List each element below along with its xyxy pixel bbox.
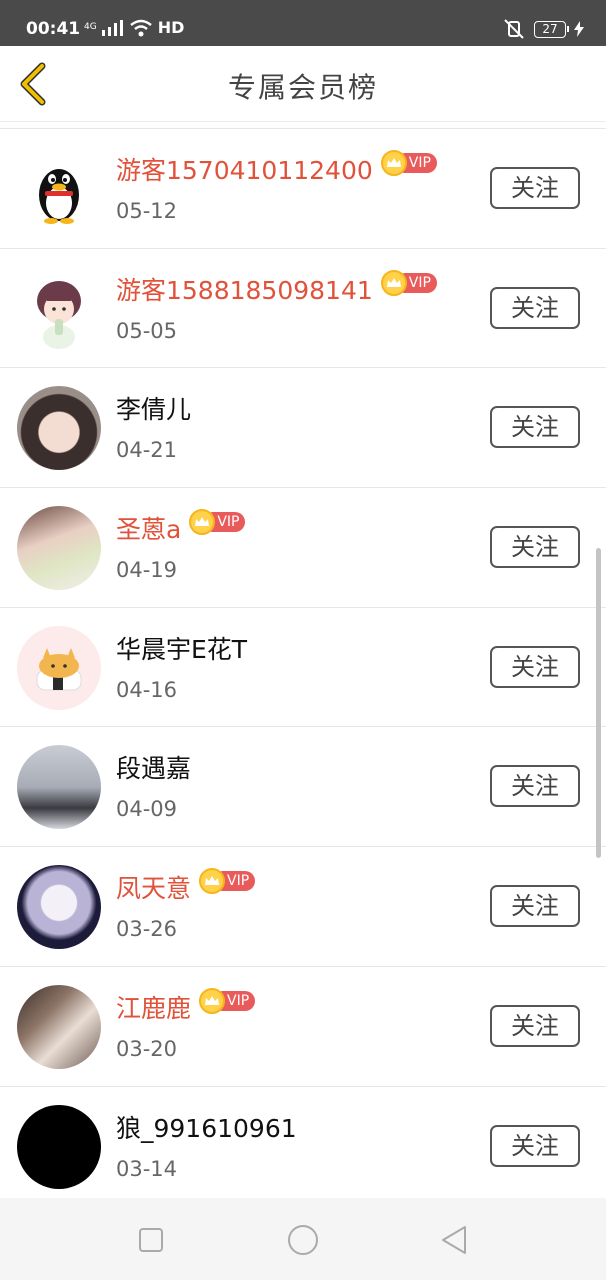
member-name: 江鹿鹿	[116, 993, 192, 1023]
member-name: 游客1588185098141	[116, 275, 373, 305]
name-line: 游客1570410112400 VIP	[116, 150, 437, 187]
member-name: 圣蒽a	[116, 515, 182, 545]
name-line: 李倩儿	[116, 390, 191, 426]
hd-indicator: HD	[157, 18, 185, 37]
recent-apps-icon[interactable]	[133, 1222, 169, 1258]
name-line: 江鹿鹿 VIP	[116, 987, 256, 1025]
member-date: 04-16	[116, 677, 178, 702]
list-item[interactable]: 李倩儿 04-21 关注	[0, 368, 606, 489]
name-line: 圣蒽a VIP	[116, 509, 246, 546]
member-date: 05-05	[116, 318, 178, 343]
member-name: 段遇嘉	[116, 754, 192, 784]
signal-icon	[101, 19, 123, 36]
battery-level: 27	[542, 21, 558, 36]
list-item[interactable]: 游客1588185098141 VIP 05-05 关注	[0, 249, 606, 369]
avatar[interactable]	[17, 984, 101, 1069]
avatar[interactable]	[17, 386, 101, 471]
member-date: 04-19	[116, 558, 178, 583]
crown-icon	[199, 987, 226, 1014]
follow-button[interactable]: 关注	[490, 1124, 580, 1167]
list-item[interactable]: 游客1570410112400 VIP 05-12 关注	[0, 129, 606, 249]
member-date: 05-12	[116, 199, 178, 223]
mute-vibrate-icon	[504, 19, 524, 39]
avatar[interactable]	[17, 1104, 101, 1189]
status-time: 00:41	[26, 19, 81, 39]
sushi-dog-avatar	[36, 647, 82, 691]
avatar[interactable]	[17, 147, 101, 231]
follow-button[interactable]: 关注	[490, 286, 580, 329]
avatar[interactable]	[17, 506, 101, 591]
member-name: 华晨宇E花T	[116, 634, 248, 664]
follow-button[interactable]: 关注	[490, 406, 580, 449]
list-item[interactable]: 华晨宇E花T 04-16 关注	[0, 608, 606, 728]
follow-button[interactable]: 关注	[490, 885, 580, 928]
crown-icon	[380, 269, 407, 296]
member-list[interactable]: 游客1570410112400 VIP 05-12 关注 游客158818509…	[0, 128, 606, 1198]
name-line: 凤天意 VIP	[116, 868, 256, 905]
member-date: 03-26	[116, 917, 178, 942]
avatar[interactable]	[17, 865, 101, 950]
scrollbar[interactable]	[596, 548, 601, 858]
member-date: 04-21	[116, 438, 178, 463]
list-item[interactable]: 圣蒽a VIP 04-19 关注	[0, 488, 606, 608]
member-date: 03-20	[116, 1036, 178, 1061]
status-left-icons: 4G HD	[84, 18, 184, 37]
list-item[interactable]: 狼_991610961 03-14 关注	[0, 1087, 606, 1199]
penguin-icon	[39, 169, 79, 224]
name-line: 华晨宇E花T	[116, 630, 247, 666]
crown-icon	[199, 868, 226, 895]
crown-icon	[380, 150, 407, 176]
list-item[interactable]: 江鹿鹿 VIP 03-20 关注	[0, 967, 606, 1087]
vip-badge: VIP	[380, 269, 437, 296]
list-item[interactable]: 凤天意 VIP 03-26 关注	[0, 847, 606, 967]
member-name: 狼_991610961	[116, 1113, 297, 1143]
member-name: 李倩儿	[116, 395, 192, 425]
avatar[interactable]	[17, 625, 101, 710]
avatar[interactable]	[17, 745, 101, 830]
member-date: 03-14	[116, 1156, 178, 1181]
network-type: 4G	[84, 22, 97, 32]
cartoon-girl-avatar	[37, 280, 81, 349]
status-right-icons: 27	[502, 19, 584, 39]
page-header: 专属会员榜	[0, 46, 606, 122]
system-nav-bar	[0, 1198, 606, 1280]
home-icon[interactable]	[285, 1222, 321, 1258]
member-name: 游客1570410112400	[116, 156, 373, 185]
status-bar: 00:41 4G HD 27	[0, 0, 606, 46]
vip-badge: VIP	[199, 987, 256, 1014]
member-name: 凤天意	[116, 874, 192, 904]
follow-button[interactable]: 关注	[490, 645, 580, 688]
wifi-icon	[129, 19, 152, 36]
follow-button[interactable]: 关注	[490, 167, 580, 209]
page-title: 专属会员榜	[227, 71, 378, 104]
vip-badge: VIP	[380, 150, 437, 176]
avatar[interactable]	[17, 266, 101, 351]
battery-icon: 27	[534, 20, 569, 38]
vip-badge: VIP	[199, 868, 256, 895]
back-nav-icon[interactable]	[437, 1222, 473, 1258]
list-item[interactable]: 段遇嘉 04-09 关注	[0, 727, 606, 848]
follow-button[interactable]: 关注	[490, 765, 580, 808]
charging-icon	[574, 21, 584, 37]
follow-button[interactable]: 关注	[490, 1004, 580, 1047]
name-line: 狼_991610961	[116, 1109, 297, 1145]
name-line: 游客1588185098141 VIP	[116, 269, 437, 307]
name-line: 段遇嘉	[116, 749, 191, 785]
follow-button[interactable]: 关注	[490, 526, 580, 569]
vip-badge: VIP	[189, 509, 246, 536]
member-date: 04-09	[116, 797, 178, 822]
